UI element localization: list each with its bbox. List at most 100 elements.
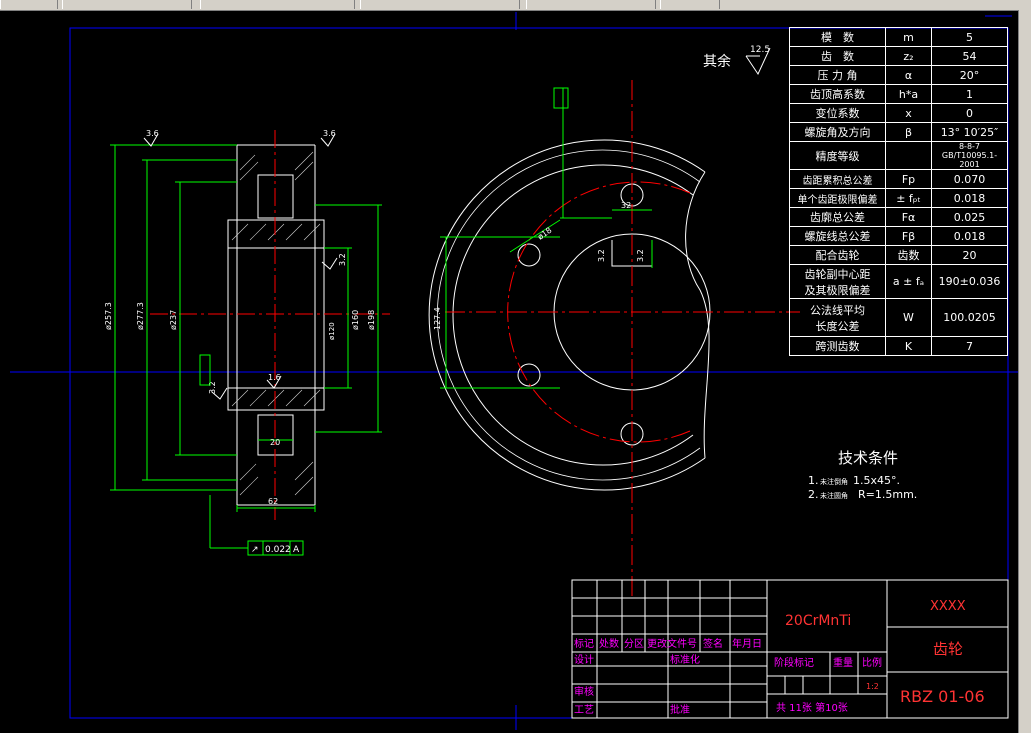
spec-value: 1 bbox=[931, 84, 1008, 104]
spec-label: 跨测齿数 bbox=[789, 336, 886, 356]
tb-weight: 重量 bbox=[833, 656, 853, 669]
spec-row: 配合齿轮 齿数 20 bbox=[789, 245, 1008, 265]
tech-line2-small: 未注圆角 bbox=[820, 491, 848, 500]
tab-5[interactable] bbox=[526, 0, 656, 9]
spec-value: 0.025 bbox=[931, 207, 1008, 227]
tolerance-datum: A bbox=[293, 545, 300, 555]
tech-line2-num: 2. bbox=[808, 488, 819, 501]
spec-row: 跨测齿数 K 7 bbox=[789, 336, 1008, 356]
spec-symbol: z₂ bbox=[885, 46, 932, 66]
spec-value: 100.0205 bbox=[931, 298, 1008, 337]
tb-design: 设计 bbox=[574, 653, 594, 666]
spec-row: 齿廓总公差 Fα 0.025 bbox=[789, 207, 1008, 227]
spec-symbol: ± fₚₜ bbox=[885, 188, 932, 208]
spec-value: 0 bbox=[931, 103, 1008, 123]
spec-label: 压 力 角 bbox=[789, 65, 886, 85]
tb-review: 审核 bbox=[574, 685, 594, 698]
dim-top: 3.2 bbox=[636, 249, 645, 262]
tb-sign: 签名 bbox=[703, 637, 723, 650]
spec-label: 齿轮副中心距 及其极限偏差 bbox=[789, 264, 886, 299]
dim-d1: ø257.3 bbox=[104, 302, 113, 330]
tb-standard: 标准化 bbox=[670, 653, 700, 666]
rough-mark-4: 3.2 bbox=[208, 381, 217, 394]
tb-mark: 标记 bbox=[574, 638, 594, 650]
spec-value: 8-8-7 GB/T10095.1-2001 bbox=[931, 141, 1008, 170]
spec-row: 压 力 角 α 20° bbox=[789, 65, 1008, 85]
spec-value: 190±0.036 bbox=[931, 264, 1008, 299]
rough-mark-2: 3.6 bbox=[323, 129, 336, 138]
spec-value: 0.018 bbox=[931, 226, 1008, 246]
rough-mark-1: 3.6 bbox=[146, 129, 159, 138]
spec-value: 7 bbox=[931, 336, 1008, 356]
spec-symbol bbox=[885, 141, 932, 170]
roughness-marks-icon bbox=[143, 133, 338, 400]
spec-label: 精度等级 bbox=[789, 141, 886, 170]
spec-value: 0.018 bbox=[931, 188, 1008, 208]
spec-symbol: m bbox=[885, 27, 932, 47]
spec-label: 螺旋角及方向 bbox=[789, 122, 886, 142]
tb-ratio: 比例 bbox=[862, 656, 882, 669]
spec-row: 齿顶高系数 h*a 1 bbox=[789, 84, 1008, 104]
spec-row: 齿 数 z₂ 54 bbox=[789, 46, 1008, 66]
spec-label: 螺旋线总公差 bbox=[789, 226, 886, 246]
tab-1[interactable] bbox=[0, 0, 58, 9]
spec-value: 20 bbox=[931, 245, 1008, 265]
gear-spec-table: 模 数m5齿 数 z₂ 54 压 力 角 α 20° 齿顶高系数 h*a 1 变位系数 x 0 螺旋角及… bbox=[789, 27, 1008, 356]
spec-row: 模 数m5 bbox=[789, 27, 1008, 47]
tech-line1-small: 未注倒角 bbox=[820, 477, 848, 486]
dim-keyway: 32 bbox=[621, 201, 631, 210]
dim-d2: ø277.3 bbox=[136, 302, 145, 330]
spec-symbol: W bbox=[885, 298, 932, 337]
spec-symbol: Fβ bbox=[885, 226, 932, 246]
tb-zone: 分区 bbox=[624, 638, 644, 650]
tech-line2-val: R=1.5mm. bbox=[858, 488, 917, 501]
tab-6[interactable] bbox=[660, 0, 720, 9]
dim-width: 62 bbox=[268, 497, 278, 506]
front-centerlines bbox=[445, 80, 800, 600]
tb-company: XXXX bbox=[930, 599, 966, 614]
tech-line1-num: 1. bbox=[808, 474, 819, 487]
tab-3[interactable] bbox=[200, 0, 355, 9]
roughness-value: 12.5 bbox=[750, 45, 770, 55]
spec-row: 变位系数 x 0 bbox=[789, 103, 1008, 123]
spec-label: 齿廓总公差 bbox=[789, 207, 886, 227]
tb-part-name: 齿轮 bbox=[933, 640, 963, 658]
spec-value: 5 bbox=[931, 27, 1008, 47]
tb-date: 年月日 bbox=[732, 637, 762, 650]
spec-symbol: α bbox=[885, 65, 932, 85]
tb-change: 更改文件号 bbox=[647, 637, 697, 650]
dim-d6: ø120 bbox=[328, 322, 336, 340]
spec-value: 20° bbox=[931, 65, 1008, 85]
spec-symbol: β bbox=[885, 122, 932, 142]
spec-symbol: 齿数 bbox=[885, 245, 932, 265]
dim-d3: ø237 bbox=[169, 310, 178, 330]
spec-symbol: Fp bbox=[885, 169, 932, 189]
tb-approve: 批准 bbox=[670, 703, 690, 716]
rough-mark-5: 3.2 bbox=[338, 253, 347, 266]
tb-drawing-no: RBZ 01-06 bbox=[900, 687, 985, 706]
tab-2[interactable] bbox=[62, 0, 192, 9]
vertical-scrollbar[interactable] bbox=[1018, 10, 1031, 733]
spec-value: 54 bbox=[931, 46, 1008, 66]
spec-label: 齿距累积总公差 bbox=[789, 169, 886, 189]
tab-4[interactable] bbox=[360, 0, 520, 9]
dim-angle: 3.2 bbox=[597, 249, 606, 262]
spec-label: 公法线平均 长度公差 bbox=[789, 298, 886, 337]
dim-hub: 20 bbox=[270, 438, 280, 447]
spec-label: 变位系数 bbox=[789, 103, 886, 123]
left-dimensions bbox=[110, 144, 382, 556]
spec-row: 精度等级 8-8-7 GB/T10095.1-2001 bbox=[789, 141, 1008, 170]
spec-label: 齿顶高系数 bbox=[789, 84, 886, 104]
gear-section-view bbox=[227, 144, 325, 506]
tech-title: 技术条件 bbox=[838, 449, 898, 467]
spec-symbol: Fα bbox=[885, 207, 932, 227]
spec-row: 齿轮副中心距 及其极限偏差 a ± fₐ 190±0.036 bbox=[789, 264, 1008, 299]
rough-mark-3: 1.6 bbox=[268, 373, 281, 382]
tb-stage: 阶段标记 bbox=[774, 656, 814, 669]
gear-front-view bbox=[428, 139, 711, 491]
spec-label: 模 数 bbox=[789, 27, 886, 47]
roughness-prefix: 其余 bbox=[703, 53, 731, 70]
spec-label: 齿 数 bbox=[789, 46, 886, 66]
dim-d4: ø160 bbox=[351, 310, 360, 330]
tech-line1-val: 1.5x45°. bbox=[853, 474, 900, 487]
